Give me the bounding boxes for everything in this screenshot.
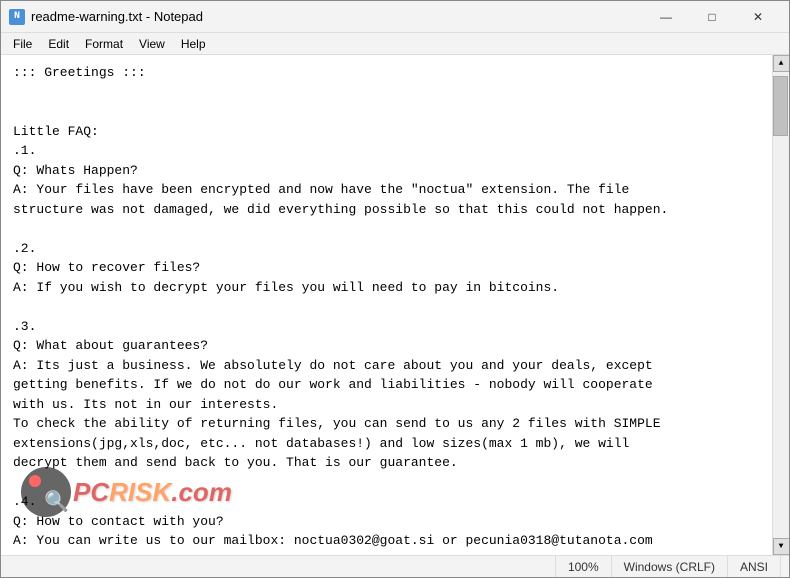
app-icon-text: N — [14, 11, 20, 22]
menu-bar: File Edit Format View Help — [1, 33, 789, 55]
status-cursor — [9, 556, 556, 577]
app-icon: N — [9, 9, 25, 25]
vertical-scrollbar: ▲ ▼ — [772, 55, 789, 555]
scroll-down-button[interactable]: ▼ — [773, 538, 790, 555]
status-bar: 100% Windows (CRLF) ANSI — [1, 555, 789, 577]
maximize-button[interactable]: □ — [689, 1, 735, 33]
menu-file[interactable]: File — [5, 35, 40, 53]
scroll-thumb[interactable] — [773, 76, 788, 136]
status-line-ending: Windows (CRLF) — [612, 556, 728, 577]
close-button[interactable]: ✕ — [735, 1, 781, 33]
minimize-button[interactable]: — — [643, 1, 689, 33]
editor-area: ▲ ▼ — [1, 55, 789, 555]
scroll-up-button[interactable]: ▲ — [773, 55, 790, 72]
window-controls: — □ ✕ — [643, 1, 781, 33]
menu-help[interactable]: Help — [173, 35, 214, 53]
menu-format[interactable]: Format — [77, 35, 131, 53]
window-title: readme-warning.txt - Notepad — [31, 9, 643, 24]
text-editor[interactable] — [1, 55, 772, 555]
notepad-window: N readme-warning.txt - Notepad — □ ✕ Fil… — [0, 0, 790, 578]
scroll-track — [773, 72, 789, 538]
menu-edit[interactable]: Edit — [40, 35, 77, 53]
menu-view[interactable]: View — [131, 35, 173, 53]
title-bar: N readme-warning.txt - Notepad — □ ✕ — [1, 1, 789, 33]
status-zoom: 100% — [556, 556, 612, 577]
status-encoding: ANSI — [728, 556, 781, 577]
